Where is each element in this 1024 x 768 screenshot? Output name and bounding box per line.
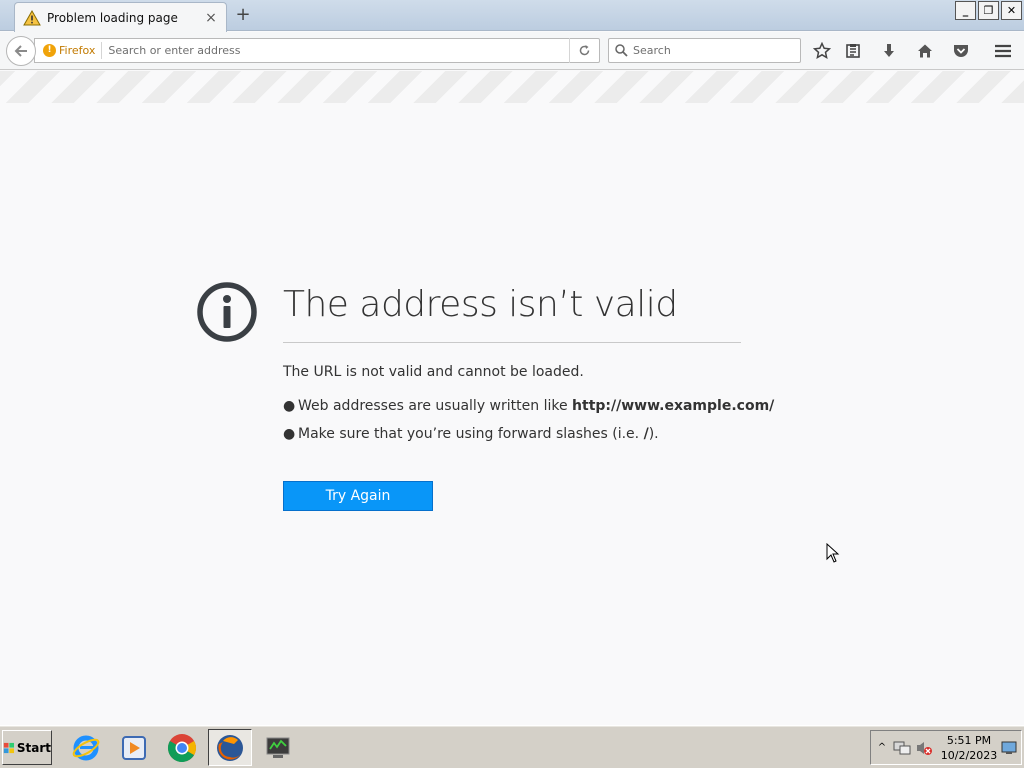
downloads-icon[interactable] xyxy=(879,41,899,61)
error-stripes-banner xyxy=(0,71,1024,103)
tab-strip: Problem loading page × + _ ❐ ✕ xyxy=(0,0,1024,32)
system-tray: ^ 5:51 PM 10/2/2023 xyxy=(870,730,1022,765)
bullet-icon: ● xyxy=(283,398,296,414)
volume-muted-icon[interactable] xyxy=(915,740,933,756)
bullet-text: Make sure that you’re using forward slas… xyxy=(298,426,659,442)
list-item: ● Make sure that you’re using forward sl… xyxy=(283,426,774,454)
info-icon xyxy=(197,282,257,342)
minimize-button[interactable]: _ xyxy=(955,1,976,20)
back-button[interactable] xyxy=(6,36,36,66)
error-title: The address isn’t valid xyxy=(283,284,678,325)
tab-problem-loading[interactable]: Problem loading page × xyxy=(14,2,227,32)
site-identity[interactable]: ! Firefox xyxy=(35,42,103,59)
start-label: Start xyxy=(16,740,51,755)
clock-date: 10/2/2023 xyxy=(940,748,998,762)
taskbar: Start ^ 5:51 PM 10/2/2023 xyxy=(0,725,1024,768)
clock[interactable]: 5:51 PM 10/2/2023 xyxy=(939,733,999,763)
ie-icon[interactable] xyxy=(64,729,108,766)
try-again-button[interactable]: Try Again xyxy=(283,481,433,511)
home-icon[interactable] xyxy=(915,41,935,61)
error-description: The URL is not valid and cannot be loade… xyxy=(283,364,584,380)
address-input[interactable] xyxy=(102,44,569,57)
close-window-button[interactable]: ✕ xyxy=(1001,1,1022,20)
network-monitor-icon[interactable] xyxy=(256,729,300,766)
firefox-icon[interactable] xyxy=(208,729,252,766)
pocket-icon[interactable] xyxy=(951,41,971,61)
new-tab-button[interactable]: + xyxy=(233,4,253,26)
chrome-icon[interactable] xyxy=(160,729,204,766)
firefox-identity-icon: ! xyxy=(43,44,56,57)
list-item: ● Web addresses are usually written like… xyxy=(283,398,774,426)
bullet-icon: ● xyxy=(283,426,296,442)
start-button[interactable]: Start xyxy=(2,730,52,765)
url-bar[interactable]: ! Firefox xyxy=(34,38,600,63)
mouse-cursor-icon xyxy=(826,543,840,563)
back-arrow-icon xyxy=(14,45,27,57)
bookmark-star-icon[interactable] xyxy=(812,41,832,61)
title-divider xyxy=(283,342,741,343)
warning-icon xyxy=(23,9,41,25)
menu-icon[interactable] xyxy=(993,41,1013,61)
tab-title: Problem loading page xyxy=(47,10,178,25)
restore-button[interactable]: ❐ xyxy=(978,1,999,20)
windows-flag-icon xyxy=(3,742,15,753)
network-icon[interactable] xyxy=(893,740,911,756)
identity-label: Firefox xyxy=(59,44,96,57)
search-input[interactable] xyxy=(633,44,793,57)
reading-list-icon[interactable] xyxy=(843,41,863,61)
tab-close-icon[interactable]: × xyxy=(204,10,218,26)
bullet-text: Web addresses are usually written like h… xyxy=(298,398,775,414)
search-icon xyxy=(615,44,628,57)
search-bar[interactable] xyxy=(608,38,801,63)
tray-expand-icon[interactable]: ^ xyxy=(875,742,889,753)
show-desktop-icon[interactable] xyxy=(1001,741,1017,755)
error-suggestions: ● Web addresses are usually written like… xyxy=(283,398,774,454)
media-player-icon[interactable] xyxy=(112,729,156,766)
nav-bar: ! Firefox xyxy=(0,32,1024,70)
window-controls: _ ❐ ✕ xyxy=(955,1,1022,20)
reload-icon xyxy=(579,45,590,56)
quick-launch xyxy=(64,729,300,766)
clock-time: 5:51 PM xyxy=(946,733,992,747)
reload-button[interactable] xyxy=(569,38,599,63)
